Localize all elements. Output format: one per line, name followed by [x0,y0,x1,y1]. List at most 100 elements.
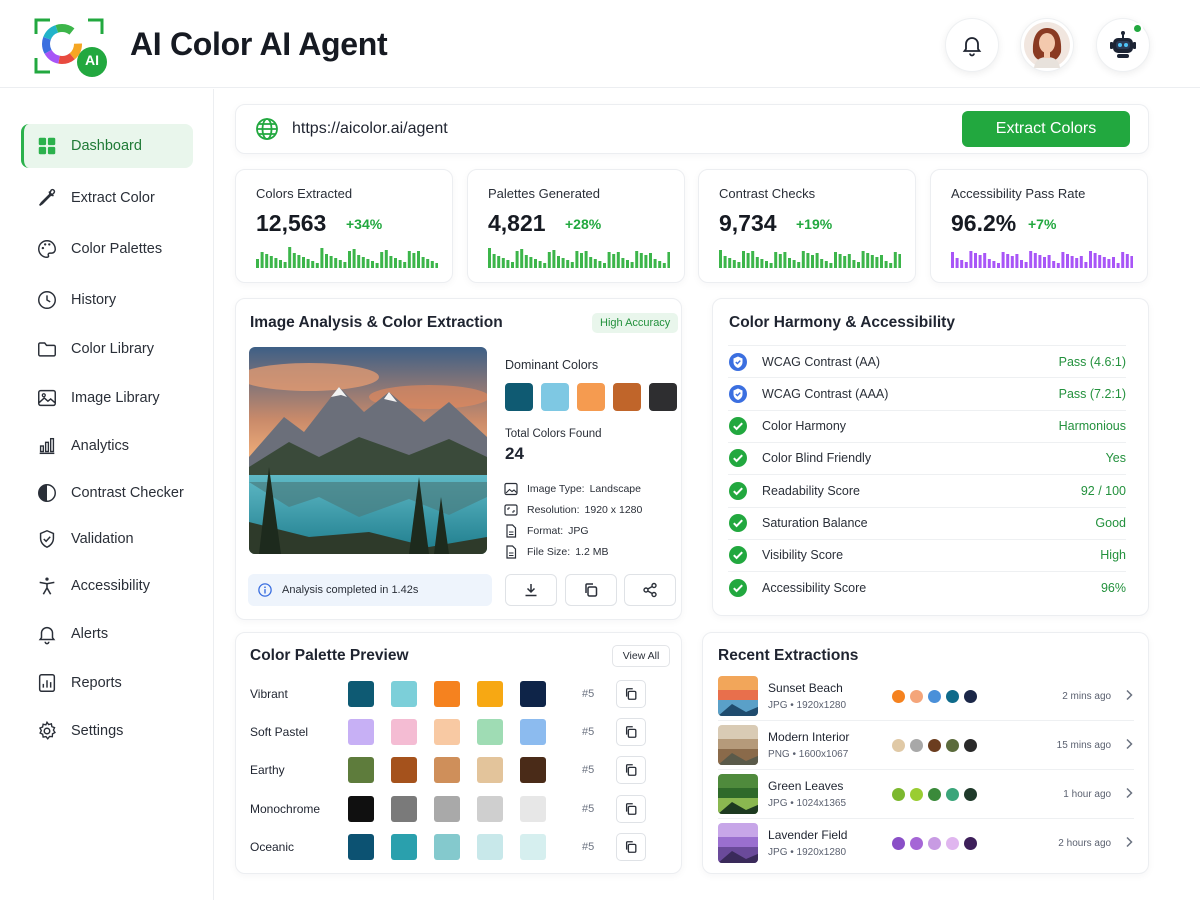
sidebar-item-contrast-checker[interactable]: Contrast Checker [21,471,193,515]
sparkline-bar [325,254,328,268]
image-icon [504,482,520,496]
palette-swatch[interactable] [391,681,417,707]
palette-swatch[interactable] [477,795,503,822]
sparkline-bar [389,256,393,268]
palette-swatch[interactable] [391,833,417,860]
dominant-color-swatch[interactable] [649,383,677,411]
sparkline-bar [375,263,379,268]
sidebar-item-settings[interactable]: Settings [21,709,193,753]
sidebar-item-reports[interactable]: Reports [21,661,193,705]
palette-swatch[interactable] [477,833,503,860]
palette-swatch[interactable] [434,757,460,784]
palette-swatch[interactable] [520,833,546,860]
palette-icon [35,237,59,261]
sparkline-bar [584,251,588,268]
sparkline-bar [1029,251,1033,268]
palette-swatch[interactable] [348,833,374,860]
sidebar-item-alerts[interactable]: Alerts [21,612,193,656]
url-input[interactable]: https://aicolor.ai/agent [292,120,448,138]
palette-swatch[interactable] [477,719,503,746]
sparkline-bar [1121,252,1125,268]
dominant-color-swatch[interactable] [577,383,605,411]
check-circle-icon [728,545,748,565]
recent-extraction-row[interactable]: Lavender Field JPG • 1920x1280 2 hours ago [718,819,1134,867]
sparkline-bar [898,254,901,268]
palette-swatch[interactable] [391,719,417,746]
sidebar-item-validation[interactable]: Validation [21,517,193,561]
logo-badge: AI [85,52,99,68]
sparkline-bar [992,261,996,268]
extract-colors-button[interactable]: Extract Colors [962,111,1130,147]
download-button[interactable] [505,574,557,606]
share-button[interactable] [624,574,676,606]
sidebar-item-extract-color[interactable]: Extract Color [21,176,193,220]
dominant-color-swatch[interactable] [613,383,641,411]
sparkline-bar [497,256,501,268]
palette-swatch[interactable] [520,757,546,784]
sidebar-item-accessibility[interactable]: Accessibility [21,564,193,608]
sidebar-item-analytics[interactable]: Analytics [21,424,193,468]
sparkline-bar [834,252,837,268]
palette-swatch[interactable] [348,681,374,707]
sparkline-bar [398,260,402,268]
sidebar-item-history[interactable]: History [21,278,193,322]
sparkline-bar [1001,252,1005,268]
sidebar-item-dashboard[interactable]: Dashboard [21,124,193,168]
metadata-key: Image Type: [527,483,585,495]
color-dot [927,836,941,850]
copy-button[interactable] [565,574,617,606]
palette-swatch[interactable] [477,757,503,784]
sparkline-chart [719,250,901,268]
copy-palette-button[interactable] [616,756,646,785]
copy-palette-button[interactable] [616,832,646,861]
stat-value: 4,821 [488,210,546,236]
sparkline-bar [430,261,434,268]
sparkline-bar [1107,259,1111,268]
palette-swatch[interactable] [348,795,374,822]
recent-extraction-row[interactable]: Green Leaves JPG • 1024x1365 1 hour ago [718,770,1134,818]
recent-extraction-row[interactable]: Modern Interior PNG • 1600x1067 15 mins ag… [718,721,1134,769]
sparkline-bar [630,262,634,268]
palette-swatch[interactable] [434,795,460,822]
sparkline-bar [1112,257,1115,268]
palette-swatch[interactable] [520,681,546,707]
palette-swatch[interactable] [477,681,503,707]
palette-swatch[interactable] [391,795,417,822]
palette-swatch[interactable] [434,833,460,860]
copy-palette-button[interactable] [616,680,646,708]
metadata-key: Format: [527,525,564,537]
sparkline-bar [1006,254,1010,268]
dominant-color-swatch[interactable] [541,383,569,411]
palette-swatch[interactable] [348,757,374,784]
stat-label: Contrast Checks [719,186,816,201]
harmony-value: Good [1095,516,1126,530]
metadata-row: Resolution: 1920 x 1280 [504,503,642,517]
palette-swatch[interactable] [348,719,374,746]
extraction-thumbnail [718,774,759,814]
sparkline-bar [1084,262,1088,268]
dominant-color-swatch[interactable] [505,383,533,411]
sidebar-item-color-palettes[interactable]: Color Palettes [21,227,193,271]
sparkline-bar [662,263,666,268]
sparkline-bar [732,260,736,268]
sidebar-item-image-library[interactable]: Image Library [21,376,193,420]
palette-swatch[interactable] [434,719,460,746]
sidebar-item-label: Contrast Checker [71,485,184,501]
extraction-thumbnail [718,725,759,765]
color-dot [945,836,959,850]
recent-extraction-row[interactable]: Sunset Beach JPG • 1920x1280 2 mins ago [718,672,1134,720]
user-avatar[interactable] [1020,18,1074,72]
sparkline-bar [292,253,296,268]
palette-swatch[interactable] [520,795,546,822]
sparkline-bar [644,255,648,268]
copy-palette-button[interactable] [616,718,646,747]
copy-palette-button[interactable] [616,794,646,823]
palette-swatch[interactable] [434,681,460,707]
sidebar-item-color-library[interactable]: Color Library [21,327,193,371]
palette-swatch[interactable] [520,719,546,746]
palette-swatch[interactable] [391,757,417,784]
ai-agent-button[interactable] [1096,18,1150,72]
sparkline-bar [534,259,537,268]
notifications-button[interactable] [945,18,999,72]
view-all-button[interactable]: View All [612,645,670,667]
